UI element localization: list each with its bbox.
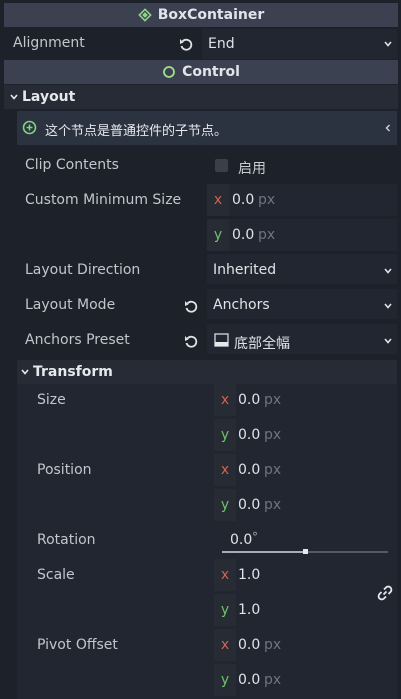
y-axis-label: y <box>214 489 236 521</box>
pivot-offset-x-value: 0.0 <box>238 637 261 653</box>
y-axis-label: y <box>207 219 229 251</box>
x-axis-label: x <box>214 454 236 486</box>
custom-min-size-y-value: 0.0 <box>232 227 255 243</box>
x-axis-label: x <box>214 384 236 416</box>
x-axis-label: x <box>207 184 229 216</box>
control-header[interactable]: Control <box>4 60 398 84</box>
add-circle-icon <box>22 120 37 135</box>
layout-direction-value: Inherited <box>213 262 277 278</box>
anchor-bottom-wide-icon <box>214 333 229 347</box>
chevron-left-icon[interactable] <box>384 124 392 132</box>
size-label: Size <box>37 392 66 408</box>
x-axis-label: x <box>214 559 236 591</box>
revert-icon[interactable] <box>179 37 193 51</box>
boxcontainer-title: BoxContainer <box>157 7 265 23</box>
alignment-value: End <box>208 36 235 52</box>
y-axis-label: y <box>214 664 236 696</box>
layout-direction-label: Layout Direction <box>25 262 141 278</box>
pivot-offset-y-value: 0.0 <box>238 672 261 688</box>
chevron-down-icon <box>21 369 29 375</box>
pivot-offset-label: Pivot Offset <box>37 637 118 653</box>
position-x-unit: px <box>264 462 282 478</box>
y-axis-label: y <box>214 419 236 451</box>
scale-label: Scale <box>37 567 75 583</box>
anchors-preset-value: 底部全幅 <box>234 336 290 352</box>
rotation-slider-handle[interactable] <box>303 549 308 554</box>
scale-x-value: 1.0 <box>238 567 261 583</box>
layout-title: Layout <box>22 89 76 105</box>
clip-contents-label: Clip Contents <box>25 157 119 173</box>
transform-title: Transform <box>33 364 113 380</box>
chevron-down-icon <box>384 268 392 274</box>
rotation-unit: ° <box>252 530 258 544</box>
clip-contents-checkbox-label: 启用 <box>238 161 266 177</box>
alignment-label: Alignment <box>13 35 85 51</box>
control-icon <box>163 66 175 78</box>
scale-y-value: 1.0 <box>238 602 261 618</box>
rotation-value: 0.0 <box>230 532 253 548</box>
transform-section-header[interactable]: Transform <box>17 360 397 384</box>
pivot-offset-x-unit: px <box>264 637 282 653</box>
position-y-value: 0.0 <box>238 497 261 513</box>
position-label: Position <box>37 462 92 478</box>
y-axis-label: y <box>214 594 236 626</box>
revert-icon[interactable] <box>184 334 198 348</box>
rotation-label: Rotation <box>37 532 96 548</box>
pivot-offset-y-unit: px <box>264 672 282 688</box>
x-axis-label: x <box>214 629 236 661</box>
custom-min-size-label: Custom Minimum Size <box>25 192 182 208</box>
custom-min-size-y-unit: px <box>258 227 276 243</box>
layout-mode-label: Layout Mode <box>25 297 116 313</box>
chevron-down-icon <box>384 41 392 47</box>
revert-icon[interactable] <box>184 299 198 313</box>
anchors-preset-label: Anchors Preset <box>25 332 130 348</box>
clip-contents-checkbox[interactable] <box>215 159 228 172</box>
chevron-down-icon <box>384 303 392 309</box>
custom-min-size-x-unit: px <box>258 192 276 208</box>
size-y-unit: px <box>264 427 282 443</box>
boxcontainer-icon <box>137 8 152 22</box>
position-x-value: 0.0 <box>238 462 261 478</box>
boxcontainer-header[interactable]: BoxContainer <box>4 3 398 27</box>
layout-section-header[interactable]: Layout <box>4 85 398 109</box>
size-y-value: 0.0 <box>238 427 261 443</box>
size-x-unit: px <box>264 392 282 408</box>
chevron-down-icon <box>10 94 18 100</box>
control-title: Control <box>182 64 240 80</box>
chevron-down-icon <box>384 338 392 344</box>
info-text: 这个节点是普通控件的子节点。 <box>45 124 228 139</box>
size-x-value: 0.0 <box>238 392 261 408</box>
link-icon[interactable] <box>377 585 393 601</box>
layout-mode-value: Anchors <box>213 297 270 313</box>
position-y-unit: px <box>264 497 282 513</box>
rotation-slider-fill <box>222 551 305 553</box>
custom-min-size-x-value: 0.0 <box>232 192 255 208</box>
